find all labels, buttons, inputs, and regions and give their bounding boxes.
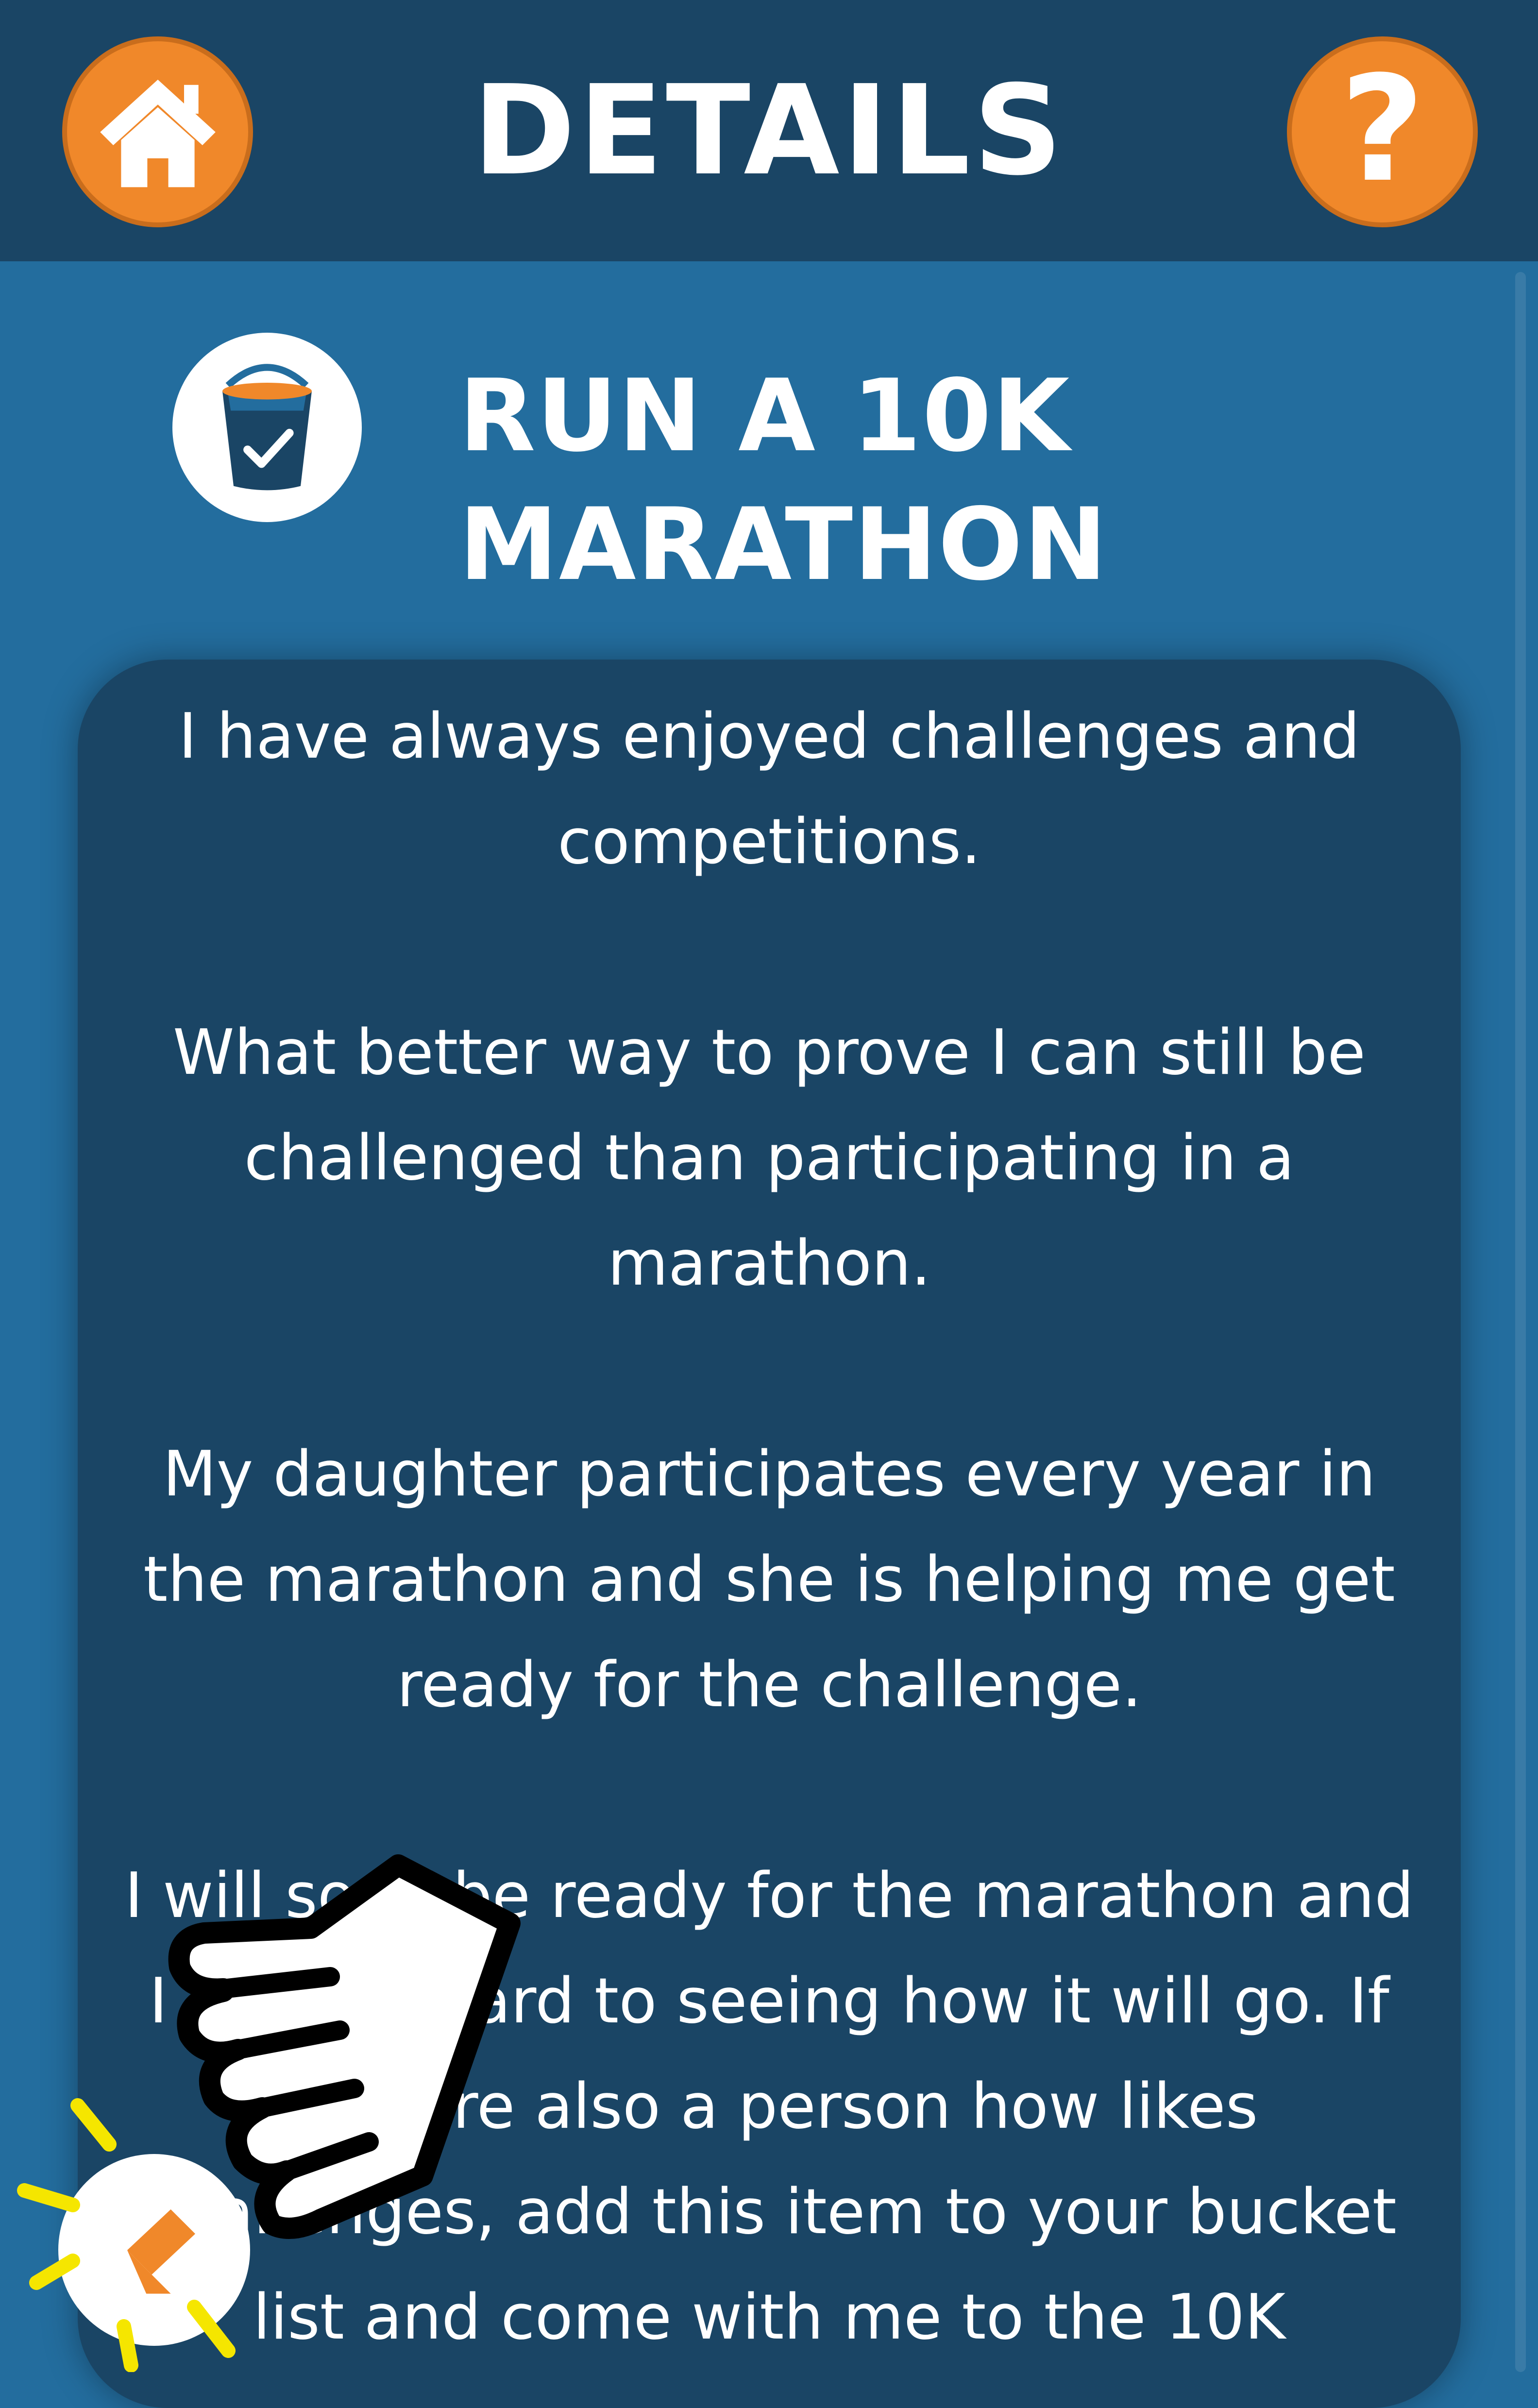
back-arrow-icon (127, 2209, 195, 2294)
bucket-check-icon (222, 364, 312, 491)
item-header: RUN A 10K MARATHON (172, 333, 1435, 603)
scrollbar[interactable] (1515, 272, 1526, 2372)
top-bar: DETAILS ? (0, 0, 1538, 261)
question-icon: ? (1340, 44, 1425, 214)
item-title: RUN A 10K MARATHON (459, 358, 1108, 603)
help-button[interactable]: ? (1287, 36, 1478, 227)
bucket-badge (172, 333, 362, 522)
back-button[interactable] (58, 2154, 250, 2346)
description-text: I have always enjoyed challenges and com… (124, 700, 1414, 2354)
description-card: I have always enjoyed challenges and com… (78, 660, 1461, 2408)
